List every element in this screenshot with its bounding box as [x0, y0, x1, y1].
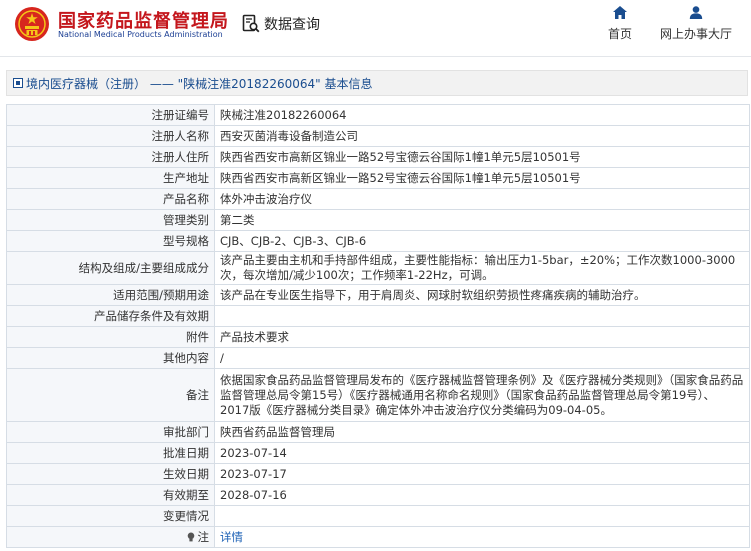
row-label-changes: 变更情况 [6, 505, 215, 527]
row-value-approval-date: 2023-07-14 [214, 442, 750, 464]
table-row: 变更情况 [6, 505, 750, 527]
table-row: 生效日期 2023-07-17 [6, 463, 750, 485]
nav-home[interactable]: 首页 [602, 6, 638, 42]
nav-online-label: 网上办事大厅 [659, 27, 732, 41]
data-query-link[interactable]: 数据查询 [242, 13, 320, 35]
row-label-note: 注 [6, 526, 215, 548]
table-row: 结构及组成/主要组成成分 该产品主要由主机和手持部件组成，主要性能指标：输出压力… [6, 251, 750, 285]
row-value-note: 详情 [214, 526, 750, 548]
nav-online-service[interactable]: 网上办事大厅 [657, 6, 735, 42]
site-name-en[interactable]: National Medical Products Administration [58, 30, 223, 39]
row-label-structure: 结构及组成/主要组成成分 [6, 251, 215, 285]
nav-home-label: 首页 [607, 27, 632, 41]
table-row: 批准日期 2023-07-14 [6, 442, 750, 464]
row-value-intended-use: 该产品在专业医生指导下，用于肩周炎、网球肘软组织劳损性疼痛疾病的辅助治疗。 [214, 284, 750, 306]
row-value-production-address: 陕西省西安市高新区锦业一路52号宝德云谷国际1幢1单元5层10501号 [214, 167, 750, 189]
row-label-model-spec: 型号规格 [6, 230, 215, 252]
note-label: 注 [197, 529, 210, 544]
row-value-remark: 依据国家食品药品监督管理局发布的《医疗器械监督管理条例》及《医疗器械分类规则》（… [214, 368, 750, 422]
row-label-management-class: 管理类别 [6, 209, 215, 231]
row-value-model-spec: CJB、CJB-2、CJB-3、CJB-6 [214, 230, 750, 252]
row-label-storage: 产品储存条件及有效期 [6, 305, 215, 327]
national-emblem-icon[interactable] [14, 6, 50, 42]
table-row: 其他内容 / [6, 347, 750, 369]
table-row: 注册人名称 西安灭菌消毒设备制造公司 [6, 125, 750, 147]
row-value-effective-date: 2023-07-17 [214, 463, 750, 485]
row-label-remark: 备注 [6, 368, 215, 422]
table-row: 注册人住所 陕西省西安市高新区锦业一路52号宝德云谷国际1幢1单元5层10501… [6, 146, 750, 168]
row-value-changes [214, 505, 750, 527]
row-value-registrant-address: 陕西省西安市高新区锦业一路52号宝德云谷国际1幢1单元5层10501号 [214, 146, 750, 168]
row-value-registrant-name: 西安灭菌消毒设备制造公司 [214, 125, 750, 147]
home-icon [613, 6, 627, 19]
table-row: 型号规格 CJB、CJB-2、CJB-3、CJB-6 [6, 230, 750, 252]
row-label-registrant-address: 注册人住所 [6, 146, 215, 168]
row-value-management-class: 第二类 [214, 209, 750, 231]
row-label-intended-use: 适用范围/预期用途 [6, 284, 215, 306]
breadcrumb-text: 境内医疗器械（注册） —— "陕械注准20182260064" 基本信息 [26, 76, 373, 91]
row-value-attachment: 产品技术要求 [214, 326, 750, 348]
table-row: 产品储存条件及有效期 [6, 305, 750, 327]
breadcrumb: 境内医疗器械（注册） —— "陕械注准20182260064" 基本信息 [6, 70, 748, 96]
row-label-production-address: 生产地址 [6, 167, 215, 189]
table-row: 管理类别 第二类 [6, 209, 750, 231]
row-label-registration-number: 注册证编号 [6, 104, 215, 126]
table-row: 附件 产品技术要求 [6, 326, 750, 348]
user-icon [689, 6, 703, 19]
registration-detail-table: 注册证编号 陕械注准20182260064 注册人名称 西安灭菌消毒设备制造公司… [6, 104, 750, 548]
row-label-other: 其他内容 [6, 347, 215, 369]
row-label-approval-date: 批准日期 [6, 442, 215, 464]
table-row: 适用范围/预期用途 该产品在专业医生指导下，用于肩周炎、网球肘软组织劳损性疼痛疾… [6, 284, 750, 306]
site-header: 国家药品监督管理局 National Medical Products Admi… [0, 0, 751, 57]
row-label-attachment: 附件 [6, 326, 215, 348]
row-value-expiry-date: 2028-07-16 [214, 484, 750, 506]
row-value-registration-number: 陕械注准20182260064 [214, 104, 750, 126]
row-value-other: / [214, 347, 750, 369]
data-query-label: 数据查询 [264, 17, 320, 33]
details-link[interactable]: 详情 [220, 530, 243, 544]
row-label-approval-department: 审批部门 [6, 421, 215, 443]
table-row: 有效期至 2028-07-16 [6, 484, 750, 506]
table-row: 产品名称 体外冲击波治疗仪 [6, 188, 750, 210]
row-label-effective-date: 生效日期 [6, 463, 215, 485]
row-label-product-name: 产品名称 [6, 188, 215, 210]
table-row: 注册证编号 陕械注准20182260064 [6, 104, 750, 126]
row-value-approval-department: 陕西省药品监督管理局 [214, 421, 750, 443]
lightbulb-icon [187, 532, 194, 541]
square-bullet-icon [13, 78, 23, 88]
table-row: 生产地址 陕西省西安市高新区锦业一路52号宝德云谷国际1幢1单元5层10501号 [6, 167, 750, 189]
row-value-product-name: 体外冲击波治疗仪 [214, 188, 750, 210]
document-search-icon [242, 14, 260, 33]
row-label-expiry-date: 有效期至 [6, 484, 215, 506]
row-label-registrant-name: 注册人名称 [6, 125, 215, 147]
table-row: 注 详情 [6, 526, 750, 548]
row-value-storage [214, 305, 750, 327]
table-row: 审批部门 陕西省药品监督管理局 [6, 421, 750, 443]
row-value-structure: 该产品主要由主机和手持部件组成，主要性能指标：输出压力1-5bar，±20%；工… [214, 251, 750, 285]
table-row: 备注 依据国家食品药品监督管理局发布的《医疗器械监督管理条例》及《医疗器械分类规… [6, 368, 750, 422]
